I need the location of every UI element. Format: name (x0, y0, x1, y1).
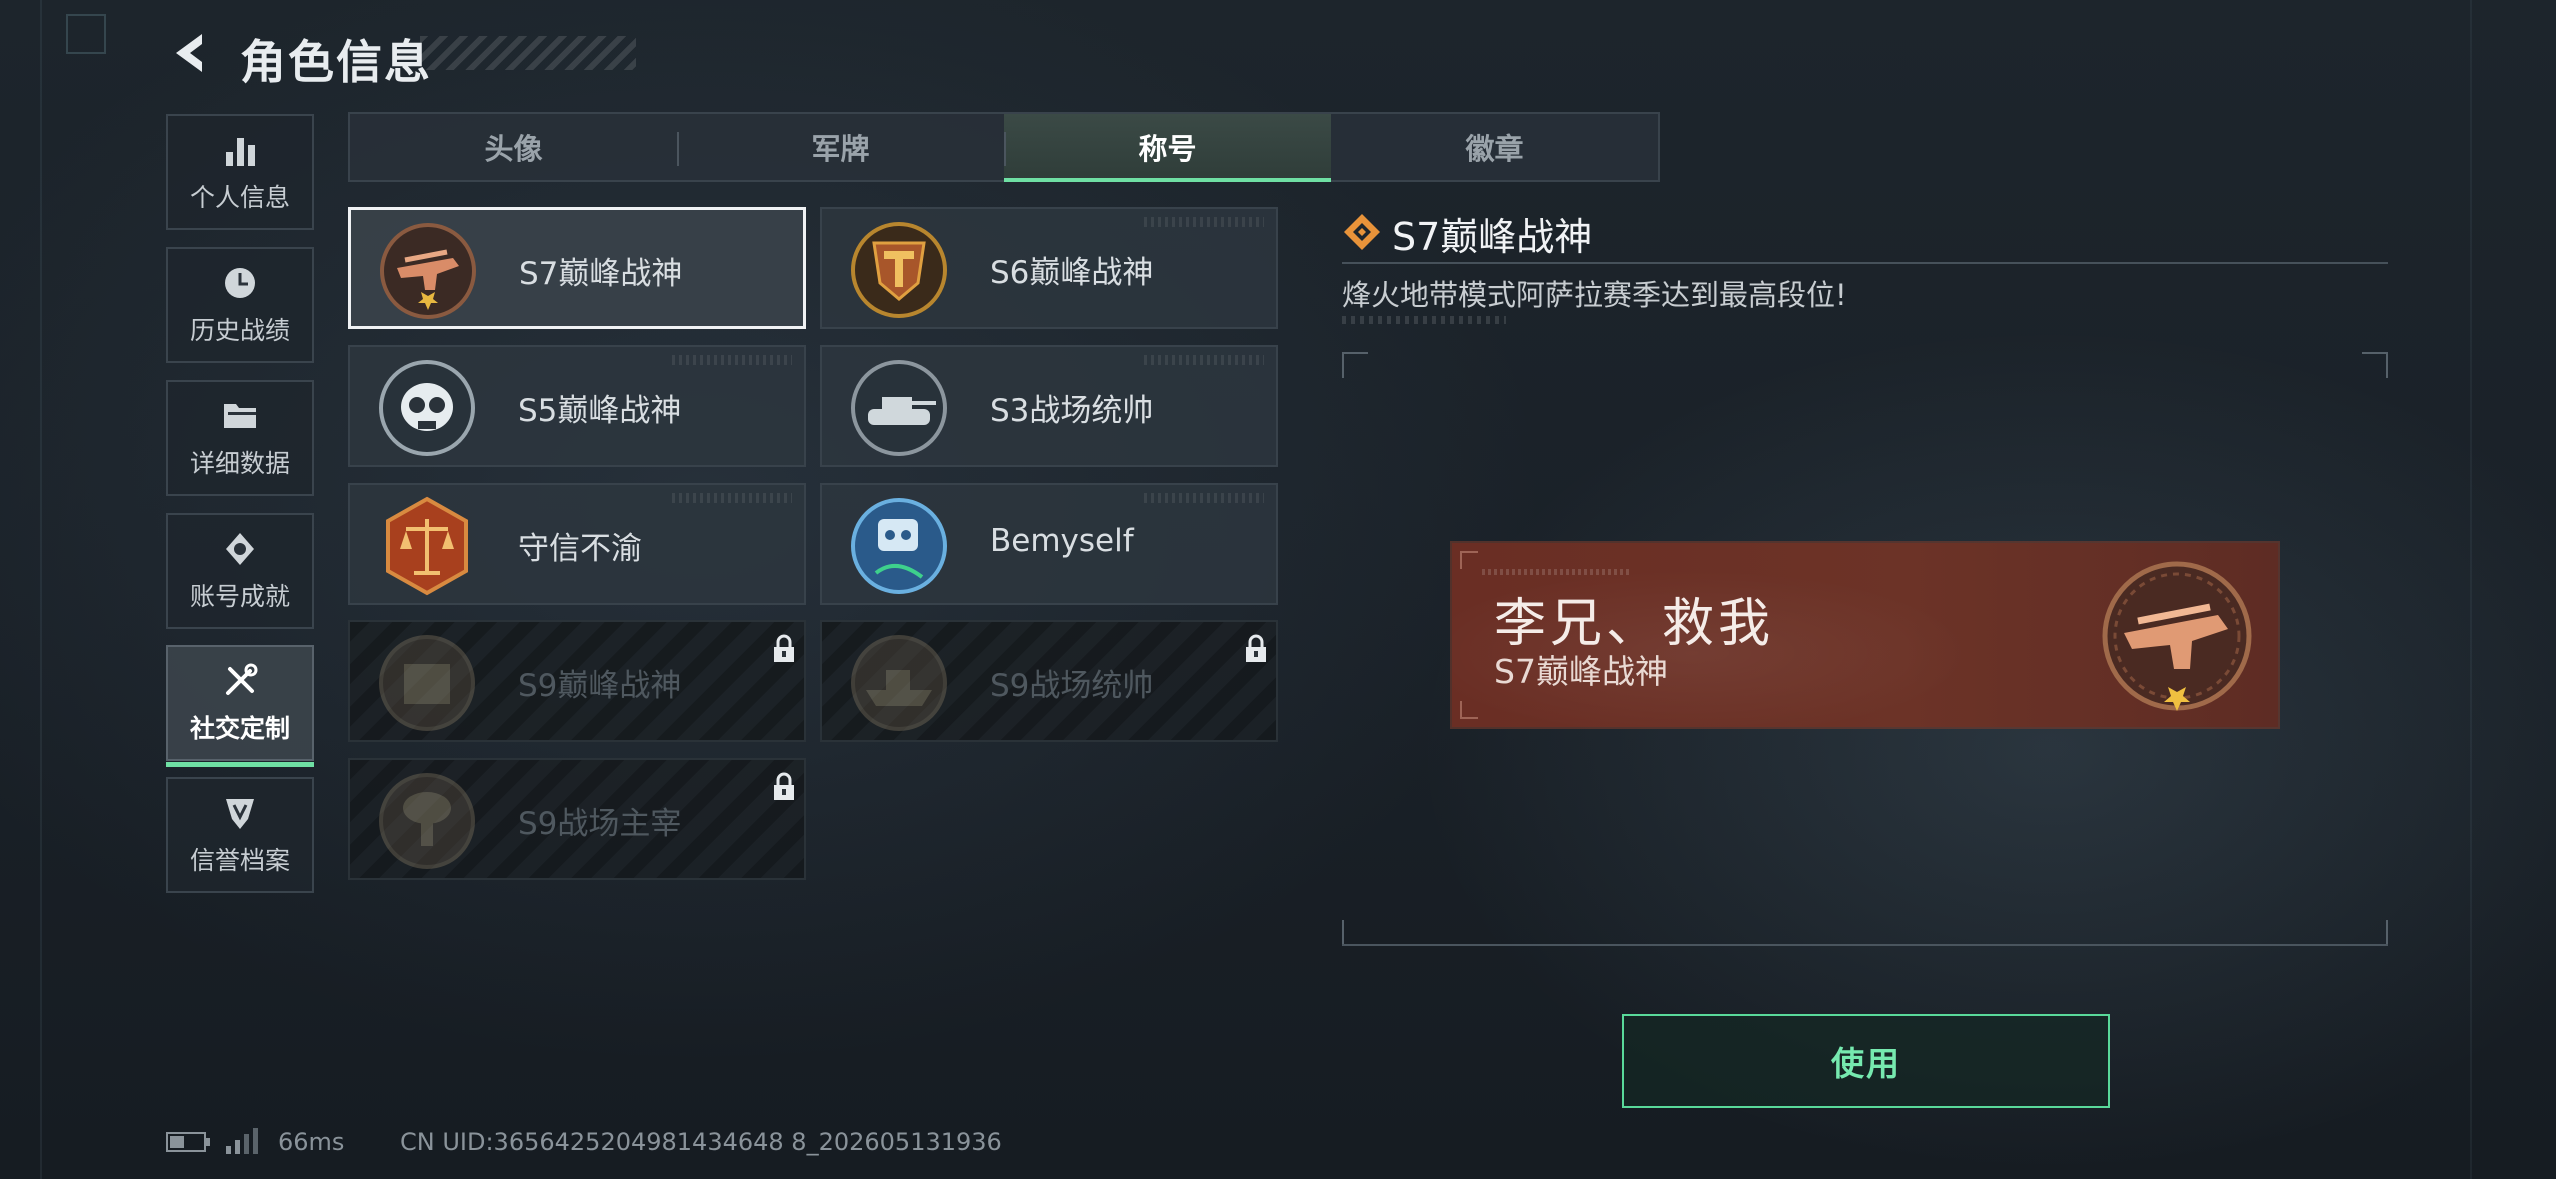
sidebar-item-match-history[interactable]: 历史战绩 (166, 247, 314, 363)
tools-icon (226, 663, 258, 695)
divider (1342, 944, 2388, 946)
title-card-name: 守信不渝 (518, 531, 642, 567)
signal-icon (226, 1128, 258, 1154)
sidebar-item-personal-info[interactable]: 个人信息 (166, 114, 314, 230)
detail-title: S7巅峰战神 (1392, 215, 1593, 259)
detail-description: 烽火地带模式阿萨拉赛季达到最高段位! (1342, 278, 1847, 312)
bar-chart-icon (226, 138, 255, 166)
frame-corner (2362, 920, 2388, 946)
folder-icon (224, 404, 256, 428)
title-card-s5-peak[interactable]: S5巅峰战神 (348, 345, 806, 467)
title-card-name: S6巅峰战神 (990, 255, 1154, 291)
lock-icon (774, 772, 794, 800)
t-shield-emblem-icon (851, 222, 947, 318)
sidebar-item-label: 历史战绩 (189, 316, 290, 345)
title-card-trustworthy[interactable]: 守信不渝 (348, 483, 806, 605)
battery-icon (166, 1132, 210, 1152)
explosion-emblem-icon (379, 773, 475, 869)
fortress-emblem-icon (379, 635, 475, 731)
uid-text: CN UID:3656425204981434648 8_20260513193… (400, 1128, 1002, 1156)
ping-value: 66ms (278, 1128, 345, 1156)
title-card-s6-peak[interactable]: S6巅峰战神 (820, 207, 1278, 329)
tab-bar: 头像 军牌 称号 徽章 (348, 112, 1660, 182)
robot-emblem-icon (851, 498, 947, 594)
title-card-bemyself[interactable]: Bemyself (820, 483, 1278, 605)
title-card-s9-peak[interactable]: S9巅峰战神 (348, 620, 806, 742)
lock-icon (1246, 634, 1266, 662)
sidebar-item-label: 详细数据 (189, 449, 290, 478)
hud-decoration (672, 355, 792, 365)
frame-corner (1460, 701, 1478, 719)
title-card-s7-peak[interactable]: S7巅峰战神 (348, 207, 806, 329)
title-card-name: S9战场统帅 (990, 668, 1154, 704)
divider (1342, 262, 2388, 264)
hud-decoration (1144, 217, 1264, 227)
tab-title[interactable]: 称号 (1004, 114, 1331, 182)
hud-decoration (40, 0, 42, 1179)
sidebar-item-label: 账号成就 (189, 582, 290, 611)
sidebar-item-achievements[interactable]: 账号成就 (166, 513, 314, 629)
hud-decoration (1144, 493, 1264, 503)
scales-emblem-icon (386, 496, 468, 596)
title-card-name: S5巅峰战神 (518, 393, 682, 429)
hud-decoration (672, 493, 792, 503)
hud-decoration (1144, 355, 1264, 365)
tab-avatar[interactable]: 头像 (350, 114, 677, 180)
sidebar-item-label: 信誉档案 (189, 846, 290, 875)
frame-corner (1342, 352, 1368, 378)
frame-corner (1460, 551, 1478, 569)
hud-decoration (1342, 316, 1506, 324)
title-card-s9-commander[interactable]: S9战场统帅 (820, 620, 1278, 742)
title-card-name: S9战场主宰 (518, 806, 682, 842)
use-button[interactable]: 使用 (1622, 1014, 2110, 1108)
title-card-name: S3战场统帅 (990, 393, 1154, 429)
tank-emblem-icon (851, 360, 947, 456)
clock-icon (225, 268, 255, 298)
preview-title: S7巅峰战神 (1494, 652, 1668, 691)
shield-emblem-icon (226, 799, 254, 829)
title-card-s9-dominator[interactable]: S9战场主宰 (348, 758, 806, 880)
title-preview-banner: 李兄、救我 S7巅峰战神 (1452, 543, 2278, 727)
tab-badge[interactable]: 徽章 (1331, 114, 1658, 180)
tab-dog-tag[interactable]: 军牌 (677, 114, 1004, 180)
hud-decoration (2470, 0, 2472, 1179)
frame-corner (1342, 920, 1368, 946)
title-card-s3-commander[interactable]: S3战场统帅 (820, 345, 1278, 467)
sidebar-item-detailed-data[interactable]: 详细数据 (166, 380, 314, 496)
title-card-name: S7巅峰战神 (519, 256, 683, 292)
lock-icon (774, 634, 794, 662)
hud-decoration (1482, 569, 1632, 575)
title-card-name: S9巅峰战神 (518, 668, 682, 704)
back-arrow-icon[interactable] (168, 30, 214, 76)
title-card-name: Bemyself (990, 523, 1134, 559)
hud-decoration (66, 14, 106, 54)
sidebar-item-label: 个人信息 (189, 183, 290, 212)
frame-corner (2362, 352, 2388, 378)
rifle-emblem-icon (2102, 561, 2252, 711)
rifle-emblem-icon (380, 223, 476, 319)
medal-icon (226, 533, 254, 565)
sidebar-item-social-custom[interactable]: 社交定制 (166, 645, 314, 767)
ship-emblem-icon (851, 635, 947, 731)
skull-emblem-icon (379, 360, 475, 456)
sidebar-item-label: 社交定制 (189, 714, 290, 743)
title-decoration (420, 36, 636, 70)
sidebar-item-credit-record[interactable]: 信誉档案 (166, 777, 314, 893)
status-bar: 66ms (166, 1128, 344, 1156)
title-diamond-icon (1344, 214, 1380, 250)
page-title: 角色信息 (240, 35, 432, 89)
